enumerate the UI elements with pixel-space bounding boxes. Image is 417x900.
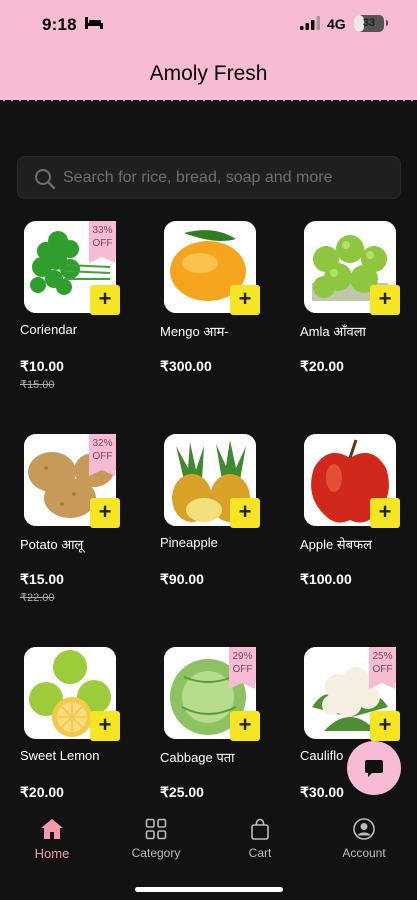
product-price: ₹25.00 xyxy=(160,784,204,800)
product-name: Cauliflo xyxy=(300,748,344,763)
status-time: 9:18 xyxy=(42,15,77,34)
nav-home[interactable]: Home xyxy=(12,818,92,861)
signal-icon xyxy=(300,16,320,30)
nav-category-label: Category xyxy=(131,846,181,860)
add-to-cart-button[interactable]: + xyxy=(90,711,120,741)
add-to-cart-button[interactable]: + xyxy=(230,285,260,315)
app-header: 9:18 4G 33 Amoly Fresh xyxy=(0,0,417,100)
add-to-cart-button[interactable]: + xyxy=(370,711,400,741)
discount-badge: 33% OFF xyxy=(89,221,116,263)
account-icon xyxy=(353,818,375,840)
product-price: ₹20.00 xyxy=(20,784,64,800)
battery-icon: 33 xyxy=(354,15,388,32)
product-original-price: ₹22.00 xyxy=(20,592,55,604)
add-to-cart-button[interactable]: + xyxy=(90,498,120,528)
product-name: Apple सेबफल xyxy=(300,537,372,552)
nav-account-label: Account xyxy=(342,846,386,860)
product-price: ₹30.00 xyxy=(300,784,344,800)
product-price: ₹10.00 xyxy=(20,358,64,374)
product-price: ₹20.00 xyxy=(300,358,344,374)
product-name: Mengo आम- xyxy=(160,324,229,339)
search-placeholder: Search for rice, bread, soap and more xyxy=(63,169,333,186)
chat-button[interactable] xyxy=(347,741,401,795)
discount-badge: 32% OFF xyxy=(89,434,116,476)
shopping-bag-icon xyxy=(251,818,269,840)
header-zigzag-edge xyxy=(0,94,417,102)
add-to-cart-button[interactable]: + xyxy=(230,498,260,528)
add-to-cart-button[interactable]: + xyxy=(230,711,260,741)
product-price: ₹15.00 xyxy=(20,571,64,587)
search-icon xyxy=(35,169,56,190)
grid-icon xyxy=(145,818,167,840)
nav-category[interactable]: Category xyxy=(116,818,196,860)
discount-badge: 25% OFF xyxy=(369,647,396,689)
product-original-price: ₹15.00 xyxy=(20,379,55,391)
search-input[interactable]: Search for rice, bread, soap and more xyxy=(17,156,401,199)
add-to-cart-button[interactable]: + xyxy=(90,285,120,315)
product-name: Potato आलू xyxy=(20,537,84,552)
product-name: Cabbage पता xyxy=(160,750,235,765)
home-icon xyxy=(41,819,63,839)
product-name: Coriendar xyxy=(20,322,78,337)
network-label: 4G xyxy=(327,16,346,32)
product-name: Pineapple xyxy=(160,535,218,550)
product-price: ₹100.00 xyxy=(300,571,352,587)
nav-home-label: Home xyxy=(34,846,70,861)
product-name: Sweet Lemon xyxy=(20,748,100,763)
add-to-cart-button[interactable]: + xyxy=(370,498,400,528)
product-name: Amla आँवला xyxy=(300,324,366,339)
battery-level: 33 xyxy=(362,17,376,29)
product-price: ₹300.00 xyxy=(160,358,212,374)
home-indicator xyxy=(135,887,283,892)
status-bar: 9:18 4G 33 xyxy=(0,0,417,50)
app-title: Amoly Fresh xyxy=(149,62,268,85)
sleep-focus-icon xyxy=(85,17,103,29)
add-to-cart-button[interactable]: + xyxy=(370,285,400,315)
nav-cart-label: Cart xyxy=(248,846,272,860)
chat-icon xyxy=(365,760,383,777)
nav-cart[interactable]: Cart xyxy=(220,818,300,860)
product-price: ₹90.00 xyxy=(160,571,204,587)
nav-account[interactable]: Account xyxy=(324,818,404,860)
discount-badge: 29% OFF xyxy=(229,647,256,689)
